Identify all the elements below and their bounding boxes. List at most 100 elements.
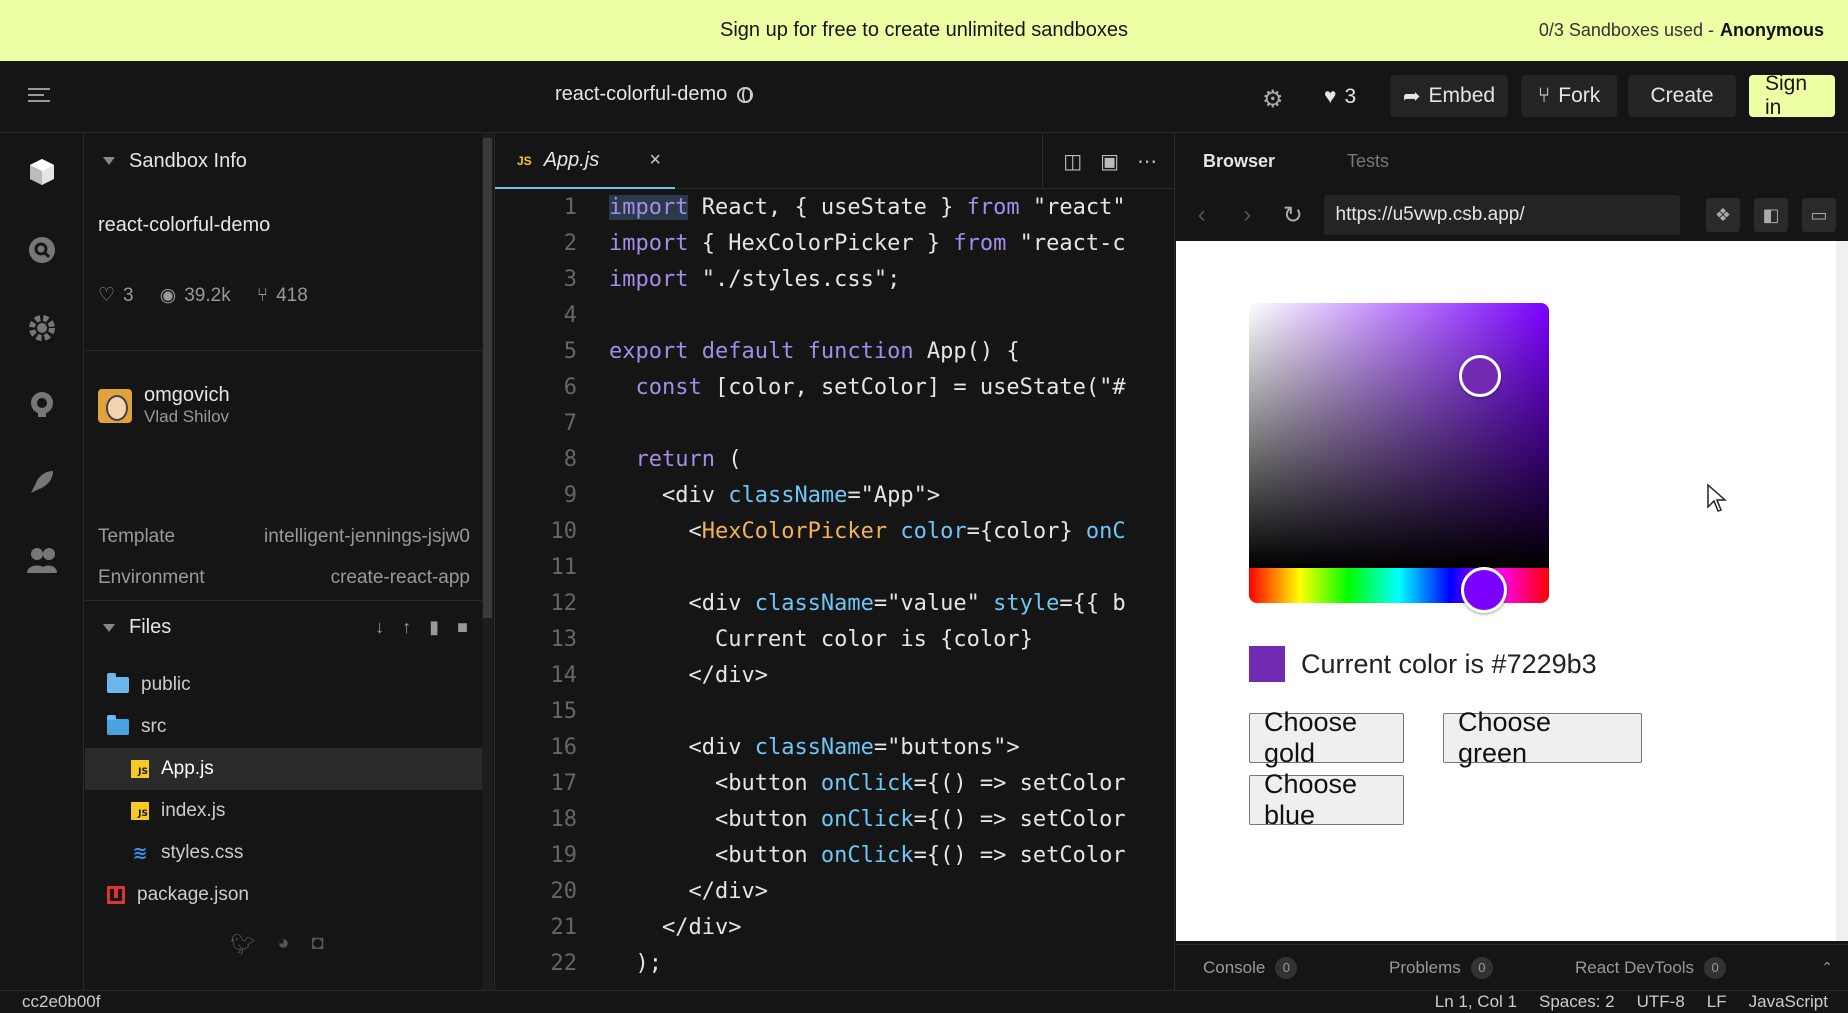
split-view-icon[interactable]: ◫ bbox=[1063, 149, 1082, 174]
choose-green-button[interactable]: Choose green bbox=[1443, 707, 1642, 768]
code-line: 3 import "./styles.css"; bbox=[563, 267, 901, 292]
github-icon[interactable]: ◕ bbox=[277, 932, 289, 957]
new-folder-icon[interactable]: ■ bbox=[457, 617, 468, 638]
like-count: 3 bbox=[1344, 85, 1357, 108]
open-window-icon[interactable]: ◧ bbox=[1753, 198, 1788, 232]
heart-icon: ♥ bbox=[1324, 85, 1337, 108]
like-button[interactable]: ♥ 3 bbox=[1324, 85, 1356, 109]
settings-gear-icon[interactable]: ⚙ bbox=[1262, 85, 1284, 114]
share-arrow-icon: ➦ bbox=[1402, 84, 1421, 108]
commit-hash: cc2e0b00f bbox=[22, 992, 101, 1011]
globe-icon bbox=[737, 86, 754, 103]
discord-icon[interactable]: ◘ bbox=[311, 932, 323, 957]
problems-label: Problems bbox=[1389, 957, 1461, 977]
new-tab-icon[interactable]: ▭ bbox=[1801, 198, 1836, 232]
line-ending[interactable]: LF bbox=[1707, 992, 1727, 1012]
mouse-cursor-icon bbox=[1707, 483, 1727, 512]
sign-in-button[interactable]: Sign in bbox=[1749, 72, 1835, 119]
tab-tests[interactable]: Tests bbox=[1347, 151, 1389, 172]
react-devtools-tab[interactable]: React DevTools 0 bbox=[1575, 956, 1805, 979]
devtools-bar: Console 0 Problems 0 React DevTools 0 ⌃ bbox=[1175, 944, 1848, 990]
header-bar: react-colorful-demo ⚙ ♥ 3 ➦ Embed ⑂ Fork… bbox=[0, 61, 1848, 133]
choose-blue-button[interactable]: Choose blue bbox=[1249, 769, 1404, 830]
browser-tools: ❖ ◧ ▭ bbox=[1705, 198, 1836, 232]
signup-banner[interactable]: Sign up for free to create unlimited san… bbox=[0, 0, 1848, 61]
new-file-icon[interactable]: ▮ bbox=[429, 617, 439, 638]
forward-icon[interactable]: › bbox=[1233, 201, 1263, 229]
menu-icon[interactable] bbox=[28, 88, 50, 106]
download-arrow-icon[interactable]: ↓ bbox=[375, 617, 384, 638]
editor-tools: ◫ ▣ ⋯ bbox=[1042, 134, 1173, 189]
twitter-icon[interactable]: 🐦︎ bbox=[230, 932, 255, 957]
problems-tab[interactable]: Problems 0 bbox=[1389, 956, 1575, 979]
url-input[interactable]: https://u5vwp.csb.app/ bbox=[1323, 195, 1680, 235]
saturation-handle[interactable] bbox=[1459, 355, 1501, 397]
console-tab[interactable]: Console 0 bbox=[1203, 956, 1389, 979]
package-icon bbox=[107, 886, 125, 904]
js-badge-icon: JS bbox=[517, 153, 532, 168]
sandbox-info-title: Sandbox Info bbox=[129, 149, 247, 172]
tree-item-styles-css[interactable]: ≋ styles.css bbox=[85, 832, 482, 874]
stat-likes: ♡ 3 bbox=[98, 284, 134, 307]
code-line: 5 export default function App() { bbox=[563, 339, 1020, 364]
live-users-icon[interactable] bbox=[24, 542, 60, 578]
preview-toggle-icon[interactable]: ▣ bbox=[1100, 149, 1119, 174]
file-name: App.js bbox=[161, 758, 214, 779]
files-header[interactable]: Files ↓ ↑ ▮ ■ bbox=[85, 600, 482, 654]
create-button[interactable]: Create bbox=[1628, 75, 1736, 117]
chevron-up-icon[interactable]: ⌃ bbox=[1821, 959, 1833, 976]
code-line: 8 return ( bbox=[563, 447, 742, 472]
views-count: 39.2k bbox=[184, 284, 231, 306]
tab-app-js[interactable]: JS App.js × bbox=[495, 134, 675, 189]
code-line: 21 </div> bbox=[550, 915, 742, 940]
create-label: Create bbox=[1650, 84, 1714, 107]
sandbox-info-header[interactable]: Sandbox Info bbox=[85, 134, 482, 188]
encoding[interactable]: UTF-8 bbox=[1637, 992, 1685, 1012]
code-line: 22 ); bbox=[550, 951, 662, 976]
tree-item-package-json[interactable]: package.json bbox=[85, 874, 482, 916]
author-card[interactable]: omgovich Vlad Shilov bbox=[98, 384, 230, 427]
deploy-rocket-icon[interactable] bbox=[24, 464, 60, 500]
tab-browser[interactable]: Browser bbox=[1203, 151, 1275, 172]
settings-icon[interactable] bbox=[24, 310, 60, 346]
js-file-icon: JS bbox=[131, 760, 149, 778]
template-value[interactable]: intelligent-jennings-jsjw0 bbox=[264, 526, 470, 548]
close-icon[interactable]: × bbox=[649, 149, 661, 172]
sandbox-title[interactable]: react-colorful-demo bbox=[555, 83, 754, 106]
sidebar-scrollbar[interactable] bbox=[482, 134, 493, 990]
author-username: omgovich bbox=[144, 384, 230, 406]
responsive-icon[interactable]: ❖ bbox=[1705, 198, 1740, 232]
more-options-icon[interactable]: ⋯ bbox=[1137, 149, 1157, 174]
indentation[interactable]: Spaces: 2 bbox=[1539, 992, 1615, 1012]
heart-outline-icon: ♡ bbox=[98, 285, 116, 306]
cursor-position[interactable]: Ln 1, Col 1 bbox=[1435, 992, 1517, 1012]
saturation-area[interactable] bbox=[1249, 303, 1549, 568]
reload-icon[interactable]: ↻ bbox=[1278, 201, 1308, 230]
tree-item-src[interactable]: src bbox=[85, 706, 482, 748]
banner-message[interactable]: Sign up for free to create unlimited san… bbox=[720, 19, 1128, 42]
file-name: src bbox=[141, 716, 167, 737]
hex-color-picker[interactable] bbox=[1249, 303, 1549, 613]
hue-handle[interactable] bbox=[1461, 567, 1507, 613]
search-icon[interactable] bbox=[24, 232, 60, 268]
preview-scrollbar[interactable] bbox=[1836, 241, 1848, 941]
tree-item-index-js[interactable]: JS index.js bbox=[85, 790, 482, 832]
choose-gold-button[interactable]: Choose gold bbox=[1249, 707, 1404, 768]
embed-button[interactable]: ➦ Embed bbox=[1390, 75, 1508, 117]
tree-item-app-js[interactable]: JS App.js bbox=[85, 748, 482, 790]
preview-frame[interactable]: Current color is #7229b3 Choose gold Cho… bbox=[1176, 241, 1836, 941]
upload-arrow-icon[interactable]: ↑ bbox=[402, 617, 411, 638]
console-count: 0 bbox=[1275, 956, 1298, 979]
tree-item-public[interactable]: public bbox=[85, 664, 482, 706]
sandbox-info-icon[interactable] bbox=[24, 154, 60, 190]
code-editor: JS App.js × ◫ ▣ ⋯ 1 import React, { useSt… bbox=[494, 134, 1173, 990]
language-mode[interactable]: JavaScript bbox=[1749, 992, 1828, 1012]
code-area[interactable]: 1 import React, { useState } from "react"… bbox=[495, 190, 1174, 990]
file-tree: public src JS App.js JS index.js ≋ style… bbox=[85, 664, 482, 916]
fork-button[interactable]: ⑂ Fork bbox=[1521, 75, 1617, 117]
github-icon[interactable] bbox=[24, 386, 60, 422]
fork-label: Fork bbox=[1558, 84, 1601, 107]
code-line: 20 </div> bbox=[550, 879, 768, 904]
back-icon[interactable]: ‹ bbox=[1187, 201, 1217, 229]
status-right: Ln 1, Col 1 Spaces: 2 UTF-8 LF JavaScrip… bbox=[1435, 992, 1848, 1012]
